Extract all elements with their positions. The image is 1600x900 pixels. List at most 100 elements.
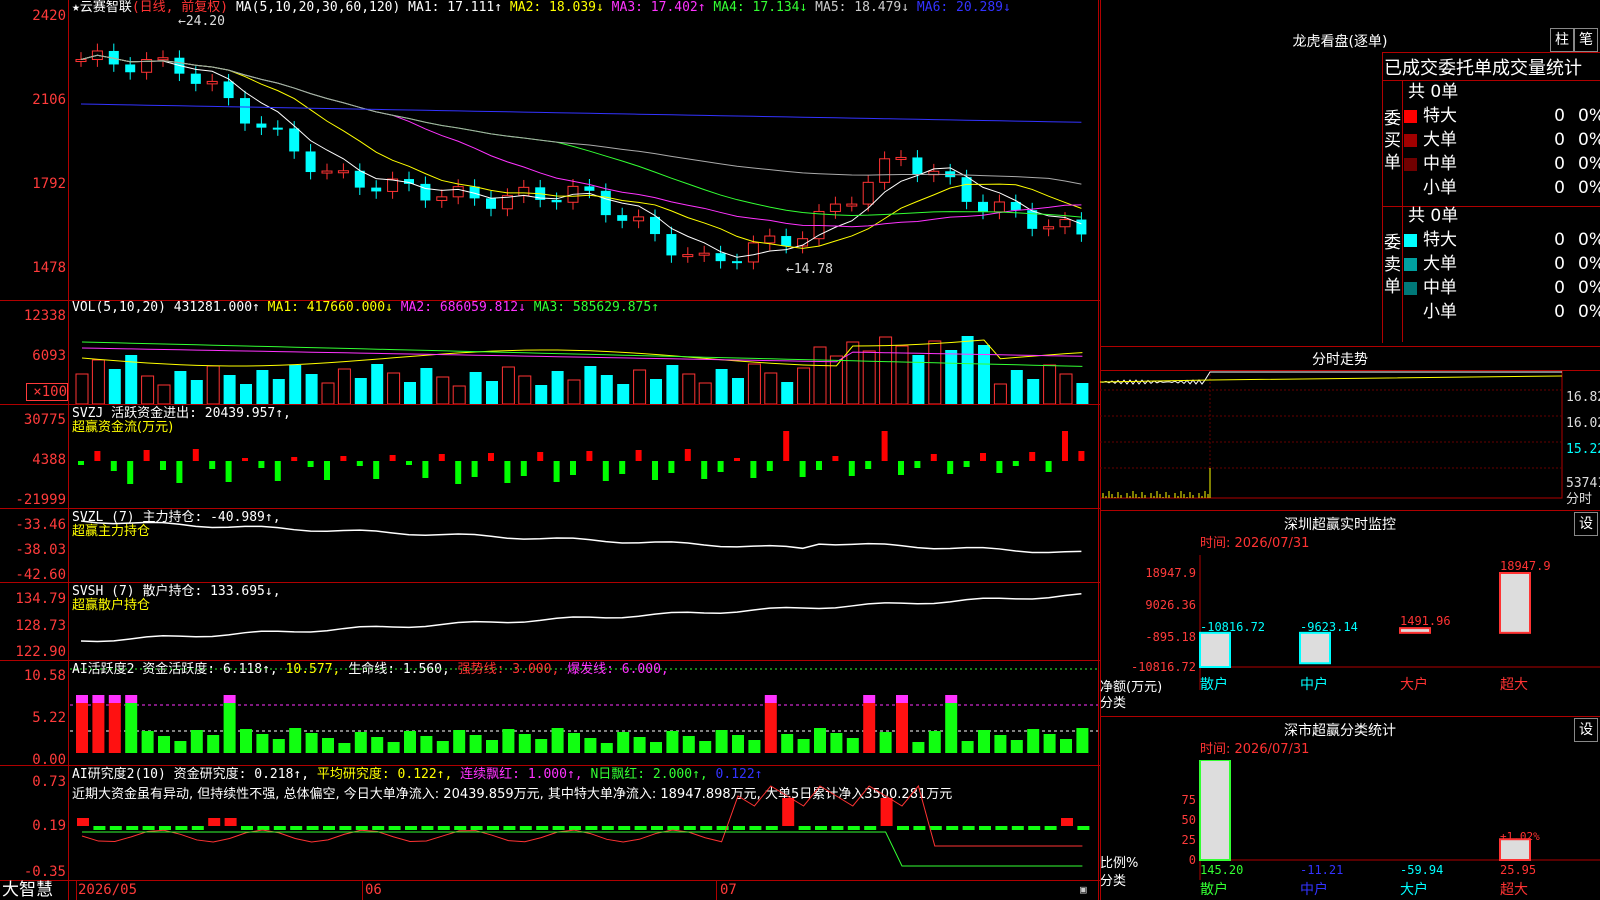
volume-bar [1059,373,1073,404]
stat-axis-label: 50 [1182,813,1196,827]
activity-cap [76,695,88,703]
lock-icon[interactable]: ▣ [1080,882,1087,898]
svzj-axis-label: 30775 [23,412,66,428]
candle-body [879,158,891,183]
volume-chart[interactable] [70,318,1098,404]
research-bar [191,826,204,830]
ratio-bar-chart[interactable]: 75 50 25 0 145.20 散户 -11.21 中户 -59.94 大户 25.95 +1.0… [1100,760,1600,900]
stat-bar-extra: +1.02% [1500,830,1540,843]
stock-name[interactable]: ★云赛智联 [72,0,132,15]
flow-bar [373,461,380,479]
activity-bar [978,730,990,753]
chart-area[interactable]: ★云赛智联(日线, 前复权) MA(5,10,20,30,60,120) MA1… [0,0,1100,900]
stat-settings-button[interactable]: 设 [1574,718,1598,742]
activity-bar [240,729,252,753]
activity-bar [617,732,630,753]
research-bar [946,826,959,830]
flow-bar [947,461,954,474]
research-bar [552,826,565,830]
volume-bar [452,385,466,404]
activity-bar [748,740,761,753]
research-bar [700,826,713,830]
monitor-category: 大户 [1400,676,1428,693]
volume-bar [928,340,942,404]
order-type: 小单 [1423,178,1457,198]
main-position-chart[interactable] [70,509,1098,581]
retail-position-line [80,593,1082,643]
research-bar [257,826,270,830]
volume-bar [420,368,433,404]
ai1-axis-label: 5.22 [32,710,66,726]
ai-activity-chart[interactable] [70,661,1098,764]
activity-bar [1043,734,1056,753]
candlestick-chart[interactable] [70,18,1098,298]
bar-mode-button[interactable]: 柱 [1550,28,1574,52]
order-count: 0 [1554,106,1565,126]
fenshi-axis-label: 16.82 [1566,390,1600,405]
flow-bar [898,461,904,475]
activity-cap [223,695,236,703]
candle-body [551,199,562,203]
research-bar [339,826,352,830]
intraday-chart[interactable] [1100,370,1564,508]
volume-bar [813,346,827,404]
activity-bar [404,731,416,753]
volume-bar [486,381,498,404]
candle-body [633,216,645,222]
research-bar [487,826,499,830]
candle-body [289,128,300,152]
flow-bar [799,461,806,477]
activity-cap [92,695,105,703]
candle-body [518,186,530,197]
candle-body [190,73,201,84]
order-row: 中单 0 0% [1404,152,1600,176]
volume-bar [879,336,893,404]
activity-bar [289,728,302,753]
period-label[interactable]: (日线, 前复权) [132,0,228,15]
activity-bar [666,731,679,753]
svsh-axis-label: 122.90 [15,644,66,660]
order-count: 0 [1554,130,1565,150]
order-count: 0 [1554,178,1565,198]
svzl-axis-label: -33.46 [15,517,66,533]
activity-bar [502,729,515,753]
monitor-settings-button[interactable]: 设 [1574,512,1598,536]
flow-bar [422,461,429,478]
flow-bar [1045,461,1052,472]
ai2-axis-label: 0.73 [32,774,66,790]
retail-position-chart[interactable] [70,583,1098,659]
monitor-bar [1299,631,1331,665]
color-swatch [1404,305,1417,319]
fund-flow-chart[interactable] [70,405,1098,507]
stat-category: 大户 [1400,881,1428,898]
research-bar [437,826,450,830]
activity-bar [190,730,203,753]
flow-bar [766,461,773,471]
order-type: 大单 [1423,254,1457,274]
activity-bar [928,731,941,753]
activity-bar [76,703,88,753]
order-type: 大单 [1423,130,1457,150]
flow-bar [914,461,921,468]
price-axis-label: 1792 [32,176,66,192]
net-flow-bar-chart[interactable]: 18947.9 9026.36 -895.18 -10816.72 -10816.72 散… [1100,555,1600,715]
activity-bar [338,743,351,753]
vol-unit-label: ×100 [26,383,68,401]
price-axis-label: 1478 [32,260,66,276]
order-row: 中单 0 0% [1404,276,1600,300]
svsh-axis-label: 134.79 [15,591,66,607]
divider [1402,80,1403,342]
order-pct: 0% [1578,106,1600,126]
monitor-bar [1499,572,1531,634]
ai-research-chart[interactable] [70,766,1098,879]
volume-bar [404,382,416,404]
flow-bar [684,449,691,461]
order-row: 大单 0 0% [1404,128,1600,152]
volume-bar [436,376,450,404]
research-bar [585,826,598,830]
axis-divider [68,0,69,900]
volume-bar [272,379,285,404]
volume-bar [698,382,712,404]
activity-bar [371,737,384,753]
tick-mode-button[interactable]: 笔 [1574,28,1598,52]
